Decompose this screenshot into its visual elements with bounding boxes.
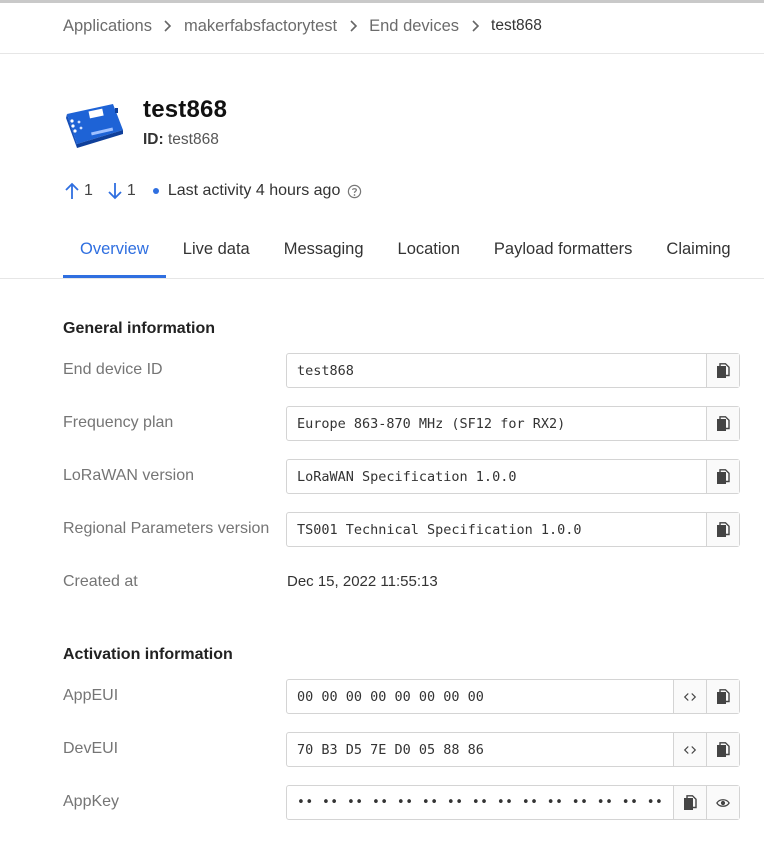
copy-icon: [717, 415, 730, 431]
copy-button[interactable]: [706, 513, 739, 546]
regional-params-value: TS001 Technical Specification 1.0.0: [297, 521, 582, 538]
general-info-heading: General information: [63, 320, 216, 337]
dev-eui-label: DevEUI: [63, 740, 119, 757]
window-top-border: [0, 0, 764, 3]
tab-location[interactable]: Location: [381, 236, 477, 278]
created-at-value: Dec 15, 2022 11:55:13: [287, 573, 438, 590]
chevron-right-icon: [459, 20, 491, 32]
breadcrumb-applications[interactable]: Applications: [63, 17, 152, 36]
device-title: test868: [143, 96, 228, 123]
divider: [0, 278, 764, 279]
eye-icon: [716, 798, 730, 807]
activation-info-heading: Activation information: [63, 646, 233, 663]
device-id-label: ID:: [143, 131, 164, 148]
app-eui-label: AppEUI: [63, 687, 119, 704]
device-tabs: Overview Live data Messaging Location Pa…: [63, 236, 748, 278]
copy-icon: [717, 362, 730, 378]
end-device-id-value: test868: [297, 362, 354, 379]
copy-button[interactable]: [706, 680, 739, 713]
dev-eui-value: 70 B3 D5 7E D0 05 88 86: [297, 741, 484, 758]
device-stats: 1 1 Last activity 4 hours ago: [64, 180, 362, 202]
created-at-label: Created at: [63, 573, 138, 590]
arrow-down-icon: [108, 183, 122, 200]
help-circle-icon[interactable]: [347, 184, 362, 199]
breadcrumb-end-devices[interactable]: End devices: [369, 17, 459, 36]
lorawan-version-label: LoRaWAN version: [63, 467, 195, 484]
breadcrumb-application[interactable]: makerfabsfactorytest: [184, 17, 337, 36]
dev-eui-field: 70 B3 D5 7E D0 05 88 86: [286, 732, 740, 767]
tab-claiming[interactable]: Claiming: [649, 236, 747, 278]
copy-icon: [717, 521, 730, 537]
code-toggle-icon: [683, 745, 697, 754]
copy-button[interactable]: [706, 733, 739, 766]
regional-params-label: Regional Parameters version: [63, 520, 270, 537]
uplink-count: 1: [84, 182, 93, 199]
end-device-icon: [63, 100, 125, 148]
tab-payload-formatters[interactable]: Payload formatters: [477, 236, 649, 278]
copy-button[interactable]: [706, 460, 739, 493]
chevron-right-icon: [152, 20, 184, 32]
copy-button[interactable]: [706, 354, 739, 387]
arrow-up-icon: [65, 182, 79, 199]
app-eui-field: 00 00 00 00 00 00 00 00: [286, 679, 740, 714]
copy-icon: [717, 741, 730, 757]
status-dot: [152, 188, 159, 194]
frequency-plan-field: Europe 863-870 MHz (SF12 for RX2): [286, 406, 740, 441]
tab-messaging[interactable]: Messaging: [267, 236, 381, 278]
format-toggle-button[interactable]: [673, 680, 706, 713]
uplink-stat: 1: [64, 182, 93, 200]
code-toggle-icon: [683, 692, 697, 701]
format-toggle-button[interactable]: [673, 733, 706, 766]
show-key-button[interactable]: [706, 786, 739, 819]
frequency-plan-label: Frequency plan: [63, 414, 174, 431]
end-device-id-label: End device ID: [63, 361, 163, 378]
copy-icon: [717, 688, 730, 704]
end-device-id-field: test868: [286, 353, 740, 388]
chevron-right-icon: [337, 20, 369, 32]
device-id-value: test868: [167, 131, 219, 148]
breadcrumb: Applications makerfabsfactorytest End de…: [63, 14, 542, 38]
divider: [0, 53, 764, 54]
regional-params-field: TS001 Technical Specification 1.0.0: [286, 512, 740, 547]
tab-overview[interactable]: Overview: [63, 236, 166, 278]
downlink-stat: 1: [107, 182, 136, 200]
last-activity: Last activity 4 hours ago: [167, 182, 341, 199]
device-id: ID: test868: [143, 131, 219, 149]
tab-live-data[interactable]: Live data: [166, 236, 267, 278]
downlink-count: 1: [126, 182, 136, 199]
app-key-field: •• •• •• •• •• •• •• •• •• •• •• •• •• •…: [286, 785, 740, 820]
lorawan-version-field: LoRaWAN Specification 1.0.0: [286, 459, 740, 494]
copy-button[interactable]: [673, 786, 706, 819]
app-eui-value: 00 00 00 00 00 00 00 00: [297, 688, 484, 705]
frequency-plan-value: Europe 863-870 MHz (SF12 for RX2): [297, 415, 566, 432]
lorawan-version-value: LoRaWAN Specification 1.0.0: [297, 468, 517, 485]
app-key-value: •• •• •• •• •• •• •• •• •• •• •• •• •• •…: [297, 795, 673, 810]
copy-button[interactable]: [706, 407, 739, 440]
copy-icon: [717, 468, 730, 484]
breadcrumb-current-device: test868: [491, 17, 542, 34]
app-key-label: AppKey: [63, 793, 120, 810]
copy-icon: [684, 794, 697, 810]
